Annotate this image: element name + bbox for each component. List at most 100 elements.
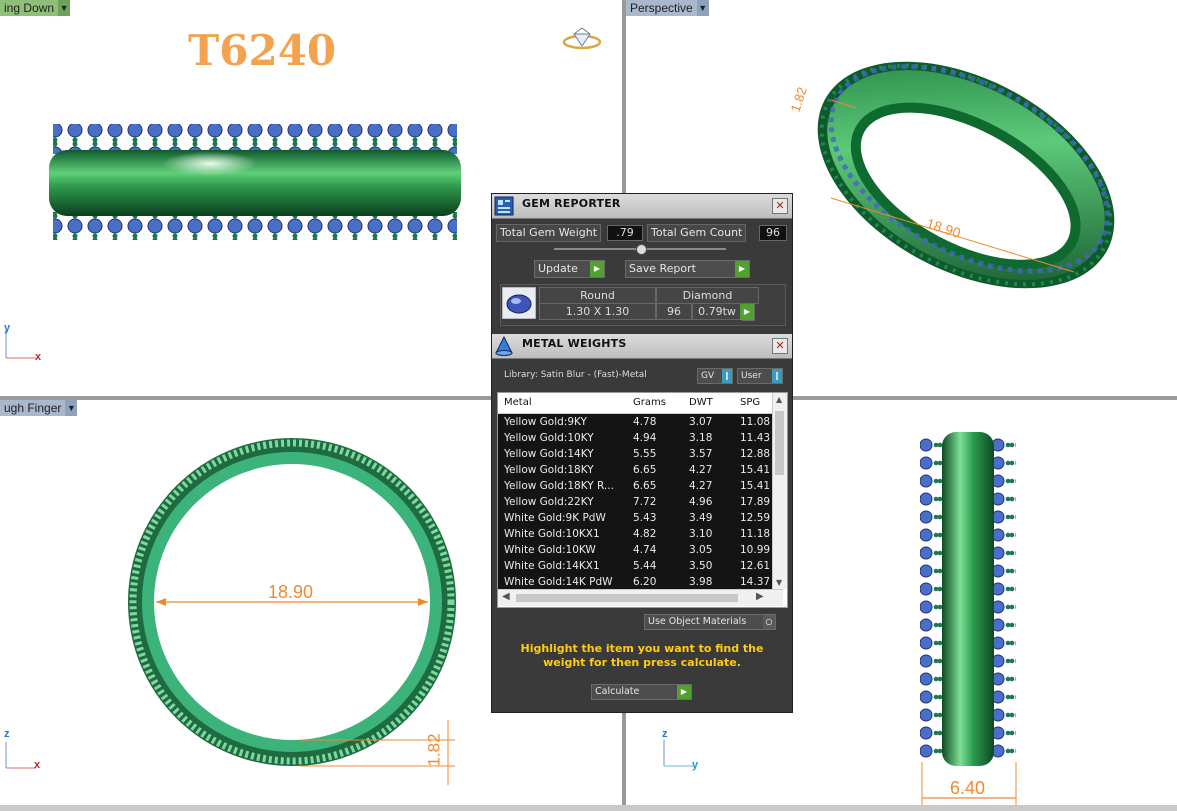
update-button[interactable]: Update ▶ <box>534 260 605 278</box>
update-button-label: Update <box>538 262 578 275</box>
use-object-materials-toggle[interactable]: Use Object Materials ○ <box>644 614 776 630</box>
gem-report-icon <box>494 196 514 216</box>
metal-weights-table[interactable]: Metal Grams DWT SPG Yellow Gold:9KY 4.78 3… <box>497 392 788 608</box>
table-cell: White Gold:10KW <box>504 544 596 556</box>
metal-cone-icon <box>495 336 513 356</box>
table-cell: Yellow Gold:9KY <box>504 416 587 428</box>
close-icon[interactable]: ✕ <box>772 338 788 354</box>
table-cell: 3.49 <box>689 512 713 524</box>
gem-material-cell[interactable]: Diamond <box>656 287 759 304</box>
axis-y-label: y <box>4 322 11 334</box>
instruction-text: Highlight the item you want to find the … <box>520 642 764 669</box>
axis-z-label: z <box>662 728 668 740</box>
ring-logo-icon <box>562 27 602 50</box>
save-report-button[interactable]: Save Report ▶ <box>625 260 750 278</box>
table-cell: White Gold:14KX1 <box>504 560 600 572</box>
bottom-border <box>0 805 1177 811</box>
table-cell: White Gold:9K PdW <box>504 512 606 524</box>
horizontal-scrollbar[interactable]: ◀ ▶ <box>498 589 783 606</box>
dimension-diameter-label: 18.90 <box>268 582 314 602</box>
toggle-icon: ❙ <box>722 369 732 383</box>
close-icon[interactable]: ✕ <box>772 198 788 214</box>
table-cell: 7.72 <box>633 496 657 508</box>
scroll-thumb[interactable] <box>775 411 784 475</box>
table-cell: 3.18 <box>689 432 713 444</box>
dimension-width-label: 6.40 <box>950 778 986 798</box>
table-cell: Yellow Gold:18KY R... <box>504 480 614 492</box>
scroll-down-icon[interactable]: ▼ <box>776 578 782 587</box>
table-cell: White Gold:10KX1 <box>504 528 600 540</box>
vertical-scrollbar[interactable]: ▲ ▼ <box>772 393 787 589</box>
table-cell: Yellow Gold:22KY <box>504 496 594 508</box>
table-cell: 3.10 <box>689 528 713 540</box>
scroll-up-icon[interactable]: ▲ <box>776 395 782 404</box>
table-cell: White Gold:14K PdW <box>504 576 613 588</box>
total-gem-weight-label: Total Gem Weight <box>496 224 602 242</box>
table-row[interactable]: White Gold:9K PdW 5.43 3.49 12.59 <box>498 510 783 527</box>
table-cell: 6.65 <box>633 480 657 492</box>
table-row[interactable]: White Gold:14KX1 5.44 3.50 12.61 <box>498 558 783 575</box>
table-row[interactable]: Yellow Gold:18KY 6.65 4.27 15.41 <box>498 462 783 479</box>
table-cell: 4.27 <box>689 480 713 492</box>
gem-shape-cell[interactable]: Round <box>539 287 656 304</box>
ring-side-view <box>49 124 461 240</box>
table-row[interactable]: Yellow Gold:14KY 5.55 3.57 12.88 <box>498 446 783 463</box>
axis-x-label: x <box>35 351 42 363</box>
table-header: Metal Grams DWT SPG <box>498 393 783 414</box>
total-gem-weight-field[interactable]: .79 <box>607 225 643 241</box>
toggle-icon: ❙ <box>772 369 782 383</box>
gem-detail-button[interactable]: ▶ <box>740 303 755 321</box>
metal-weights-title: METAL WEIGHTS <box>522 337 627 350</box>
table-cell: 6.65 <box>633 464 657 476</box>
axis-x-label: x <box>34 759 41 771</box>
table-cell: Yellow Gold:14KY <box>504 448 594 460</box>
play-arrow-icon: ▶ <box>740 304 754 320</box>
table-cell: Yellow Gold:18KY <box>504 464 594 476</box>
table-row[interactable]: Yellow Gold:10KY 4.94 3.18 11.43 <box>498 430 783 447</box>
table-cell: 5.43 <box>633 512 657 524</box>
table-cell: 3.07 <box>689 416 713 428</box>
viewport-view-selector[interactable]: ing Down ▼ <box>0 0 71 16</box>
user-toggle[interactable]: User ❙ <box>737 368 783 384</box>
table-row[interactable]: Yellow Gold:22KY 7.72 4.96 17.89 <box>498 494 783 511</box>
table-cell: Yellow Gold:10KY <box>504 432 594 444</box>
calculate-button[interactable]: Calculate ▶ <box>591 684 692 700</box>
table-row[interactable]: White Gold:10KX1 4.82 3.10 11.18 <box>498 526 783 543</box>
gv-toggle-label: GV <box>701 371 715 381</box>
column-header-spg[interactable]: SPG <box>740 397 760 408</box>
gv-toggle[interactable]: GV ❙ <box>697 368 733 384</box>
scroll-right-icon[interactable]: ▶ <box>756 591 764 602</box>
table-cell: 4.27 <box>689 464 713 476</box>
chevron-down-icon[interactable]: ▼ <box>58 0 71 16</box>
play-arrow-icon: ▶ <box>735 261 749 277</box>
calculate-button-label: Calculate <box>595 686 640 697</box>
table-row[interactable]: Yellow Gold:18KY R... 6.65 4.27 15.41 <box>498 478 783 495</box>
model-title: T6240 <box>188 26 337 75</box>
column-header-metal[interactable]: Metal <box>504 397 532 408</box>
table-cell: 4.78 <box>633 416 657 428</box>
table-row[interactable]: White Gold:10KW 4.74 3.05 10.99 <box>498 542 783 559</box>
scroll-thumb[interactable] <box>516 594 738 602</box>
gem-reporter-header[interactable]: GEM REPORTER ✕ <box>492 194 792 219</box>
total-gem-count-field[interactable]: 96 <box>759 225 787 241</box>
table-row[interactable]: Yellow Gold:9KY 4.78 3.07 11.08 <box>498 414 783 431</box>
table-cell: 4.74 <box>633 544 657 556</box>
metal-weights-header[interactable]: METAL WEIGHTS ✕ <box>492 334 792 359</box>
gem-reporter-dialog[interactable]: GEM REPORTER ✕ Total Gem Weight .79 Tota… <box>491 193 793 713</box>
table-cell: 5.55 <box>633 448 657 460</box>
column-header-dwt[interactable]: DWT <box>689 397 713 408</box>
use-object-materials-label: Use Object Materials <box>648 616 747 627</box>
report-slider-handle[interactable] <box>636 244 647 255</box>
gem-reporter-title: GEM REPORTER <box>522 197 621 210</box>
table-cell: 4.82 <box>633 528 657 540</box>
gem-weight-cell[interactable]: 0.79tw <box>692 303 742 320</box>
viewport-view-label: ing Down <box>0 0 59 16</box>
gem-count-cell[interactable]: 96 <box>656 303 692 320</box>
scroll-left-icon[interactable]: ◀ <box>502 591 510 602</box>
column-header-grams[interactable]: Grams <box>633 397 666 408</box>
gem-size-cell[interactable]: 1.30 X 1.30 <box>539 303 656 320</box>
table-cell: 4.94 <box>633 432 657 444</box>
table-cell: 4.96 <box>689 496 713 508</box>
round-gem-icon[interactable] <box>502 287 536 319</box>
table-cell: 3.50 <box>689 560 713 572</box>
